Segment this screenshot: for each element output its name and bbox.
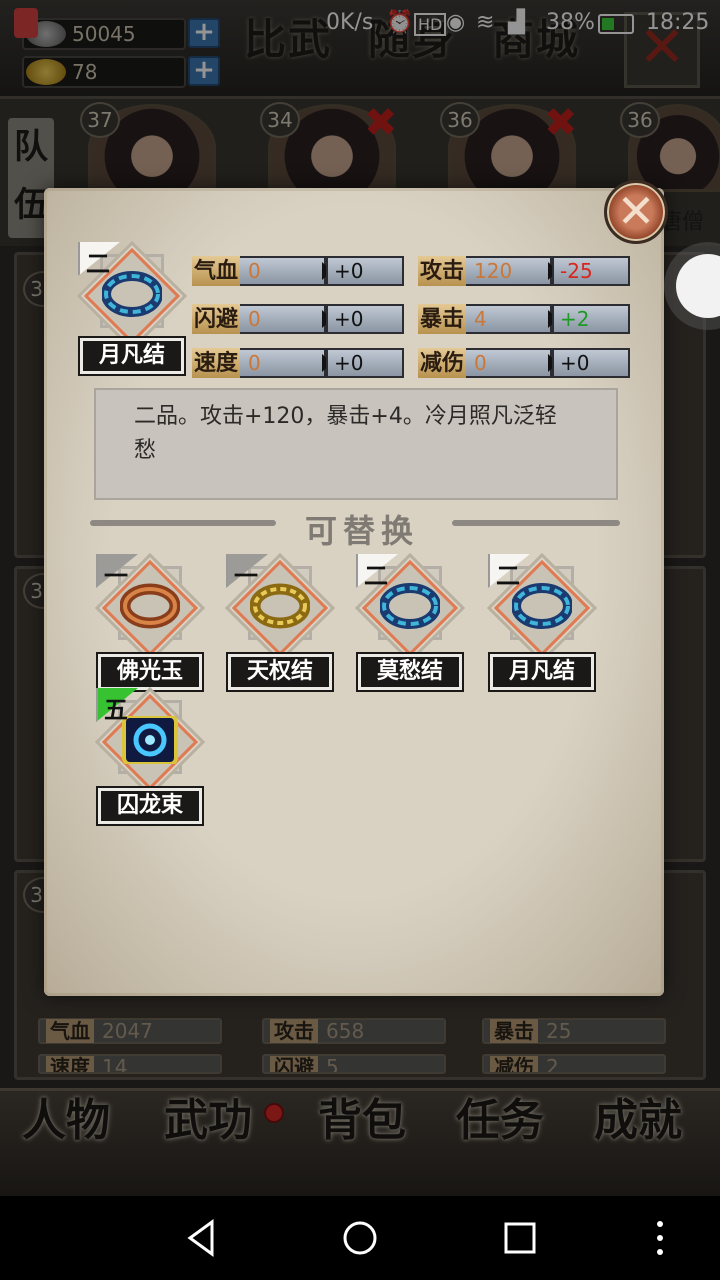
grade-text: 一 bbox=[234, 561, 258, 590]
divider-right bbox=[452, 520, 620, 526]
stat-label: 暴击 bbox=[418, 304, 467, 334]
divider-left bbox=[90, 520, 276, 526]
item-name-text: 天权结 bbox=[246, 659, 313, 684]
item-name-text: 月凡结 bbox=[508, 659, 575, 684]
stat-delta: +0 bbox=[552, 348, 630, 378]
item-description: 二品。攻击+120，暴击+4。冷月照凡泛轻愁 bbox=[94, 388, 618, 500]
stat-label: 减伤 bbox=[418, 348, 467, 378]
stat-label: 速度 bbox=[192, 348, 241, 378]
stat-label: 攻击 bbox=[418, 256, 467, 286]
stat-crit: 4 暴击 +2 bbox=[418, 304, 630, 334]
stat-label: 闪避 bbox=[192, 304, 241, 334]
stat-delta: -25 bbox=[552, 256, 630, 286]
blue-chain-ring-icon bbox=[380, 583, 440, 629]
recents-icon[interactable] bbox=[496, 1214, 544, 1262]
description-text: 二品。攻击+120，暴击+4。冷月照凡泛轻愁 bbox=[134, 404, 557, 463]
stat-speed: 0 速度 +0 bbox=[192, 348, 404, 378]
grade-text: 一 bbox=[104, 561, 128, 590]
replaceable-item-name[interactable]: 佛光玉 bbox=[98, 654, 202, 690]
stat-label: 气血 bbox=[192, 256, 241, 286]
replaceable-item-name[interactable]: 月凡结 bbox=[490, 654, 594, 690]
replaceable-item-name[interactable]: 莫愁结 bbox=[358, 654, 462, 690]
replaceable-item-slot[interactable]: 二 bbox=[356, 554, 462, 660]
gold-ring-icon bbox=[250, 583, 310, 629]
grade-text: 二 bbox=[86, 249, 110, 278]
more-options-icon[interactable] bbox=[636, 1214, 684, 1262]
blue-chain-ring-icon bbox=[102, 271, 162, 317]
equipped-item-slot: 二 bbox=[78, 242, 184, 348]
stat-attack: 120 攻击 -25 bbox=[418, 256, 630, 286]
blue-chain-ring-icon bbox=[512, 583, 572, 629]
stat-delta: +2 bbox=[552, 304, 630, 334]
android-nav-bar bbox=[0, 1196, 720, 1280]
home-icon[interactable] bbox=[336, 1214, 384, 1262]
item-name-text: 囚龙束 bbox=[116, 793, 183, 818]
bronze-ring-icon bbox=[120, 583, 180, 629]
item-name-text: 莫愁结 bbox=[376, 659, 443, 684]
stat-delta: +0 bbox=[326, 348, 404, 378]
item-name-text: 佛光玉 bbox=[116, 659, 183, 684]
replaceable-item-slot[interactable]: 五 bbox=[96, 688, 202, 794]
stat-dmg-reduce: 0 减伤 +0 bbox=[418, 348, 630, 378]
replaceable-title: 可替换 bbox=[300, 506, 424, 552]
replaceable-item-name[interactable]: 天权结 bbox=[228, 654, 332, 690]
equipped-item-name: 月凡结 bbox=[80, 338, 184, 374]
stat-delta: +0 bbox=[326, 304, 404, 334]
replaceable-item-slot[interactable]: 一 bbox=[96, 554, 202, 660]
stat-delta: +0 bbox=[326, 256, 404, 286]
stat-dodge: 0 闪避 +0 bbox=[192, 304, 404, 334]
item-name-text: 月凡结 bbox=[98, 343, 165, 368]
grade-text: 五 bbox=[104, 695, 128, 724]
back-icon[interactable] bbox=[178, 1214, 226, 1262]
replaceable-item-slot[interactable]: 一 bbox=[226, 554, 332, 660]
close-modal-button[interactable]: ✕ bbox=[604, 180, 668, 244]
replaceable-item-slot[interactable]: 二 bbox=[488, 554, 594, 660]
replaceable-item-name[interactable]: 囚龙束 bbox=[98, 788, 202, 824]
replaceable-title-text: 可替换 bbox=[304, 512, 419, 550]
dragon-bracer-icon bbox=[122, 716, 178, 764]
grade-text: 二 bbox=[364, 561, 388, 590]
grade-text: 二 bbox=[496, 561, 520, 590]
stat-hp: 0 气血 +0 bbox=[192, 256, 404, 286]
